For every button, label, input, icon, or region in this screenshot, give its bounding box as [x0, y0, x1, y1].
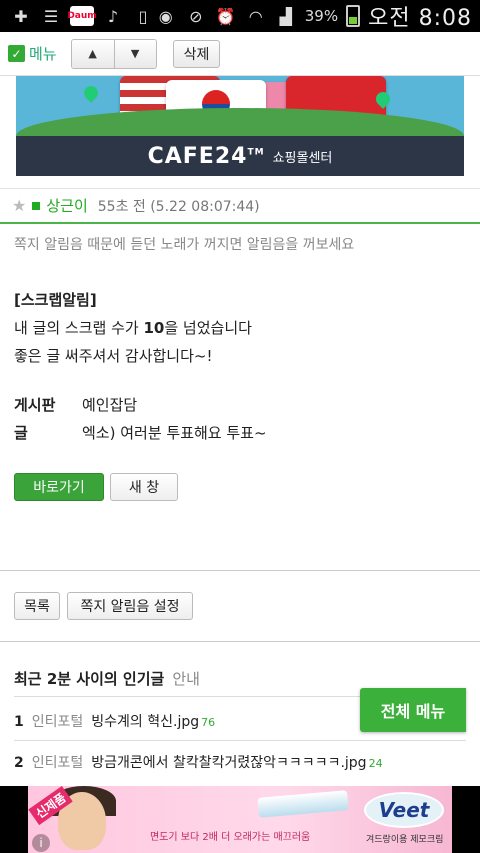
banner-land — [16, 108, 464, 136]
menu-button[interactable]: ✓ 메뉴 — [8, 43, 57, 64]
message-line-1: 내 글의 스크랩 수가 10을 넘었습니다 — [14, 319, 252, 337]
cafe24-logo: CAFE24TM — [147, 143, 265, 169]
download-done-icon: ▯ — [138, 6, 148, 26]
board-key: 게시판 — [14, 396, 56, 414]
toolbar: ✓ 메뉴 ▲ ▼ 삭제 — [0, 32, 480, 76]
list-button[interactable]: 목록 — [14, 592, 60, 620]
go-button[interactable]: 바로가기 — [14, 473, 104, 501]
wifi-icon: ◠ — [248, 6, 263, 26]
previous-button[interactable]: ▲ — [71, 39, 114, 68]
signal-icon: ▟ — [279, 6, 292, 26]
new-window-button[interactable]: 새 창 — [110, 473, 178, 501]
star-icon[interactable]: ★ — [12, 196, 26, 215]
veet-logo: Veet — [364, 792, 444, 828]
info-icon[interactable]: i — [32, 834, 50, 852]
daum-app-icon: Daum — [67, 6, 97, 26]
popular-info-link[interactable]: 안내 — [172, 670, 200, 688]
status-square-icon — [32, 201, 41, 210]
banner-bar: CAFE24TM 쇼핑몰센터 — [16, 136, 464, 176]
mute-icon: ⊘ — [189, 6, 203, 26]
banner-image — [16, 76, 464, 136]
ad-image: 신제품 면도기 보다 2배 더 오래가는 매끄러움 Veet 겨드랑이용 제모크… — [28, 786, 452, 853]
divider — [14, 740, 466, 741]
eye-icon: ◉ — [158, 6, 173, 26]
full-menu-button[interactable]: 전체 메뉴 — [360, 688, 466, 732]
battery-icon — [346, 5, 361, 27]
list-item[interactable]: 2 인티포털 방금개콘에서 찰칵찰칵거렸잖악ㅋㅋㅋㅋㅋ.jpg 24 — [14, 752, 383, 772]
clock: 오전 8:08 — [368, 6, 472, 31]
message-body: [스크랩알림] 내 글의 스크랩 수가 10을 넘었습니다 좋은 글 써주셔서 … — [14, 286, 464, 370]
music-icon: ♪ — [107, 6, 119, 26]
nav-group: ▲ ▼ — [70, 38, 157, 69]
next-button[interactable]: ▼ — [113, 39, 156, 68]
delete-button[interactable]: 삭제 — [172, 39, 221, 68]
ad-subtext: 겨드랑이용 제모크림 — [366, 835, 444, 845]
chevron-down-icon: ✓ — [8, 45, 25, 62]
cafe24-banner[interactable]: CAFE24TM 쇼핑몰센터 — [16, 76, 464, 176]
notice-text: 쪽지 알림음 때문에 듣던 노래가 꺼지면 알림음을 꺼보세요 — [14, 237, 355, 253]
popular-section-title: 최근 2분 사이의 인기글 안내 — [14, 670, 200, 688]
board-row: 게시판 예인잡담 — [14, 394, 137, 415]
map-pin-icon — [81, 83, 101, 103]
sender-name[interactable]: 상근이 — [46, 195, 87, 216]
banner-subtitle: 쇼핑몰센터 — [272, 150, 333, 166]
list-item[interactable]: 1 인티포털 빙수계의 혁신.jpg 76 — [14, 711, 215, 731]
message-heading: [스크랩알림] — [14, 291, 97, 309]
message-time: 55초 전 (5.22 08:07:44) — [97, 198, 260, 215]
message-header: ★ 상근이 55초 전 (5.22 08:07:44) — [0, 188, 480, 224]
post-key: 글 — [14, 424, 28, 442]
post-row: 글 엑소) 여러분 투표해요 투표~ — [14, 422, 267, 443]
divider — [0, 641, 480, 642]
add-icon: ✚ — [14, 6, 28, 26]
board-value: 예인잡담 — [82, 396, 138, 414]
ad-text: 면도기 보다 2배 더 오래가는 매끄러움 — [150, 832, 311, 843]
list-icon: ☰ — [43, 6, 59, 26]
post-value: 엑소) 여러분 투표해요 투표~ — [82, 424, 267, 442]
menu-label: 메뉴 — [29, 45, 57, 63]
battery-percent: 39% — [304, 7, 339, 25]
notification-sound-settings-button[interactable]: 쪽지 알림음 설정 — [67, 592, 193, 620]
alarm-icon: ⏰ — [215, 6, 236, 26]
message-line-2: 좋은 글 써주셔서 감사합니다~! — [14, 347, 213, 365]
ad-banner[interactable]: 신제품 면도기 보다 2배 더 오래가는 매끄러움 Veet 겨드랑이용 제모크… — [0, 786, 480, 853]
status-bar: ✚ ☰ Daum ♪ ▯ ◉ ⊘ ⏰ ◠ ▟ 39% 오전 8:08 — [0, 0, 480, 32]
divider — [0, 570, 480, 571]
product-tube-icon — [257, 790, 349, 818]
